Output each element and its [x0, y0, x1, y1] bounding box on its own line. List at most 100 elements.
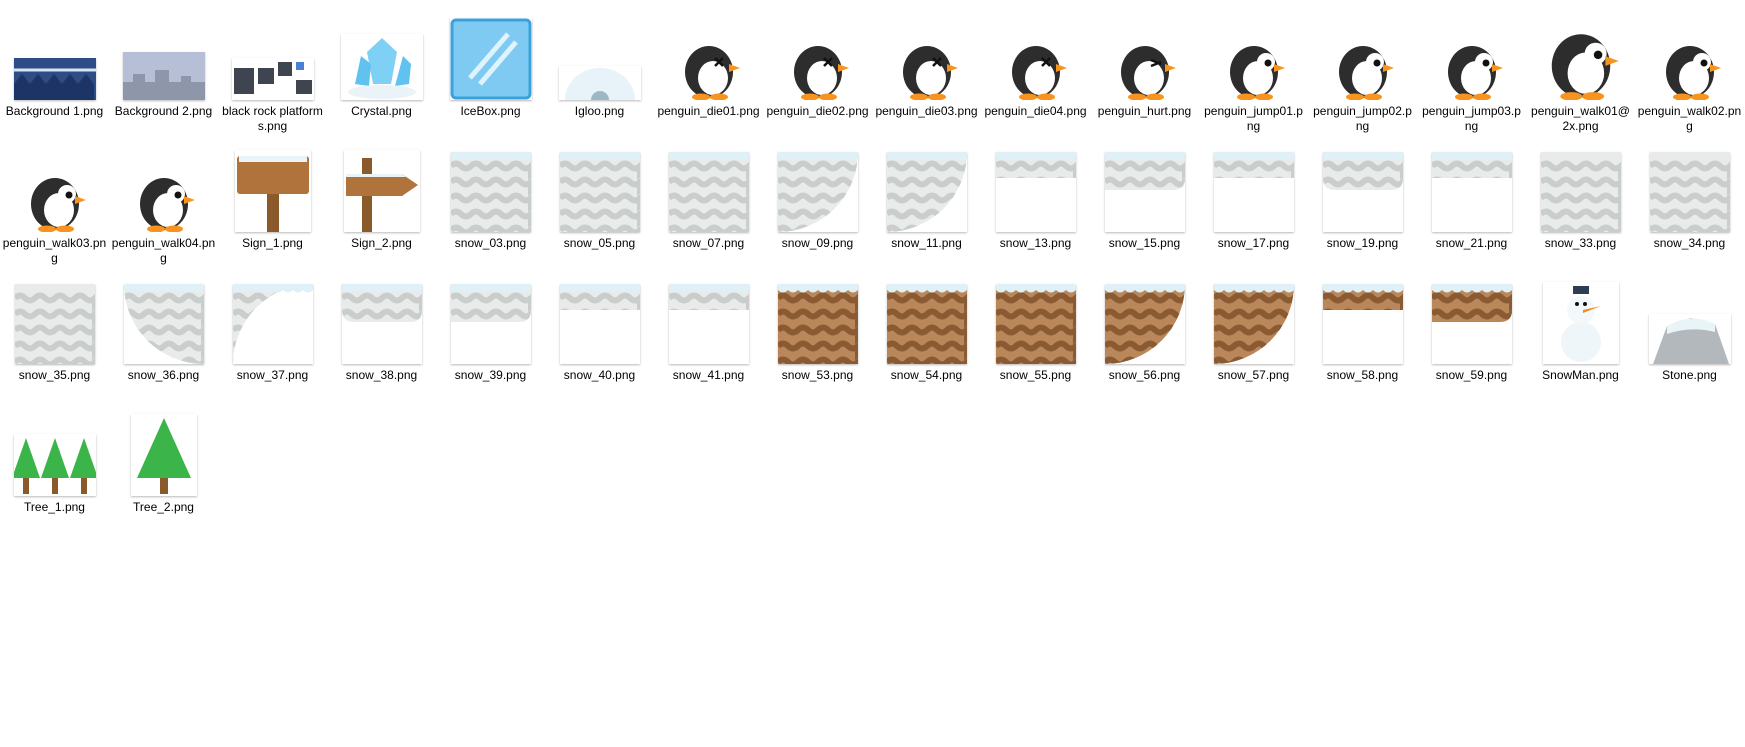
- file-name-label: penguin_die04.png: [984, 104, 1087, 118]
- igloo-icon: [554, 8, 646, 100]
- icebox-icon: [445, 8, 537, 100]
- file-item[interactable]: snow_03.png: [436, 140, 545, 272]
- snow-tile-icon: [772, 140, 864, 232]
- file-item[interactable]: Background 1.png: [0, 8, 109, 140]
- file-item[interactable]: snow_13.png: [981, 140, 1090, 272]
- file-item[interactable]: snow_40.png: [545, 272, 654, 404]
- file-grid: Background 1.png Background 2.png black ro…: [0, 8, 1745, 536]
- file-item[interactable]: penguin_jump02.png: [1308, 8, 1417, 140]
- file-item[interactable]: penguin_hurt.png: [1090, 8, 1199, 140]
- snow-tile-icon: [227, 272, 319, 364]
- file-name-label: Background 1.png: [5, 104, 104, 118]
- file-name-label: penguin_walk01@2x.png: [1531, 104, 1630, 133]
- file-item[interactable]: IceBox.png: [436, 8, 545, 140]
- file-name-label: Stone.png: [1662, 368, 1717, 382]
- file-item[interactable]: snow_09.png: [763, 140, 872, 272]
- file-item[interactable]: penguin_die03.png: [872, 8, 981, 140]
- dirt-tile-icon: [990, 272, 1082, 364]
- file-item[interactable]: penguin_die01.png: [654, 8, 763, 140]
- file-item[interactable]: penguin_die04.png: [981, 8, 1090, 140]
- file-item[interactable]: penguin_jump01.png: [1199, 8, 1308, 140]
- file-item[interactable]: Sign_1.png: [218, 140, 327, 272]
- file-item[interactable]: snow_36.png: [109, 272, 218, 404]
- file-name-label: snow_39.png: [454, 368, 527, 382]
- file-item[interactable]: snow_21.png: [1417, 140, 1526, 272]
- file-item[interactable]: snow_05.png: [545, 140, 654, 272]
- file-name-label: penguin_walk04.png: [111, 236, 216, 265]
- penguin-icon: [1099, 8, 1191, 100]
- background-day-icon: [118, 8, 210, 100]
- file-item[interactable]: Stone.png: [1635, 272, 1744, 404]
- file-name-label: snow_59.png: [1435, 368, 1508, 382]
- file-name-label: snow_57.png: [1217, 368, 1290, 382]
- file-item[interactable]: snow_11.png: [872, 140, 981, 272]
- penguin-icon: [9, 140, 101, 232]
- penguin-icon: [663, 8, 755, 100]
- file-item[interactable]: snow_19.png: [1308, 140, 1417, 272]
- file-item[interactable]: snow_58.png: [1308, 272, 1417, 404]
- snow-tile-icon: [990, 140, 1082, 232]
- penguin-icon: [772, 8, 864, 100]
- file-item[interactable]: penguin_walk03.png: [0, 140, 109, 272]
- file-item[interactable]: snow_59.png: [1417, 272, 1526, 404]
- file-name-label: Tree_1.png: [24, 500, 85, 514]
- crystal-icon: [336, 8, 428, 100]
- file-item[interactable]: snow_57.png: [1199, 272, 1308, 404]
- snow-tile-icon: [1317, 140, 1409, 232]
- dirt-tile-icon: [1426, 272, 1518, 364]
- file-item[interactable]: snow_41.png: [654, 272, 763, 404]
- penguin-icon: [1535, 8, 1627, 100]
- file-name-label: Sign_2.png: [351, 236, 412, 250]
- snow-tile-icon: [1644, 140, 1736, 232]
- file-name-label: snow_38.png: [345, 368, 418, 382]
- file-name-label: snow_03.png: [454, 236, 527, 250]
- file-item[interactable]: Sign_2.png: [327, 140, 436, 272]
- file-item[interactable]: Tree_1.png: [0, 404, 109, 536]
- file-name-label: Background 2.png: [114, 104, 213, 118]
- file-name-label: penguin_jump01.png: [1204, 104, 1303, 133]
- file-name-label: snow_34.png: [1653, 236, 1726, 250]
- file-name-label: penguin_walk03.png: [2, 236, 107, 265]
- file-name-label: snow_41.png: [672, 368, 745, 382]
- file-item[interactable]: snow_15.png: [1090, 140, 1199, 272]
- snow-tile-icon: [1426, 140, 1518, 232]
- file-item[interactable]: snow_37.png: [218, 272, 327, 404]
- file-name-label: snow_05.png: [563, 236, 636, 250]
- file-item[interactable]: Crystal.png: [327, 8, 436, 140]
- penguin-icon: [118, 140, 210, 232]
- file-item[interactable]: snow_07.png: [654, 140, 763, 272]
- file-item[interactable]: snow_34.png: [1635, 140, 1744, 272]
- file-name-label: snow_40.png: [563, 368, 636, 382]
- file-name-label: penguin_jump02.png: [1313, 104, 1412, 133]
- file-name-label: penguin_die03.png: [875, 104, 978, 118]
- snow-tile-icon: [445, 140, 537, 232]
- file-item[interactable]: penguin_walk02.png: [1635, 8, 1744, 140]
- tree-icon: [118, 404, 210, 496]
- file-item[interactable]: snow_56.png: [1090, 272, 1199, 404]
- arrow-sign-icon: [336, 140, 428, 232]
- penguin-icon: [1426, 8, 1518, 100]
- file-item[interactable]: black rock platforms.png: [218, 8, 327, 140]
- file-item[interactable]: snow_39.png: [436, 272, 545, 404]
- file-item[interactable]: snow_17.png: [1199, 140, 1308, 272]
- file-item[interactable]: snow_33.png: [1526, 140, 1635, 272]
- file-item[interactable]: penguin_walk04.png: [109, 140, 218, 272]
- file-item[interactable]: snow_53.png: [763, 272, 872, 404]
- file-item[interactable]: snow_55.png: [981, 272, 1090, 404]
- dirt-tile-icon: [1099, 272, 1191, 364]
- file-item[interactable]: penguin_walk01@2x.png: [1526, 8, 1635, 140]
- file-item[interactable]: snow_35.png: [0, 272, 109, 404]
- file-item[interactable]: snow_38.png: [327, 272, 436, 404]
- file-item[interactable]: snow_54.png: [872, 272, 981, 404]
- file-item[interactable]: Igloo.png: [545, 8, 654, 140]
- file-item[interactable]: SnowMan.png: [1526, 272, 1635, 404]
- file-item[interactable]: Tree_2.png: [109, 404, 218, 536]
- file-name-label: penguin_jump03.png: [1422, 104, 1521, 133]
- snow-tile-icon: [554, 272, 646, 364]
- file-name-label: Crystal.png: [351, 104, 412, 118]
- file-item[interactable]: Background 2.png: [109, 8, 218, 140]
- file-item[interactable]: penguin_jump03.png: [1417, 8, 1526, 140]
- penguin-icon: [1644, 8, 1736, 100]
- file-item[interactable]: penguin_die02.png: [763, 8, 872, 140]
- background-night-icon: [9, 8, 101, 100]
